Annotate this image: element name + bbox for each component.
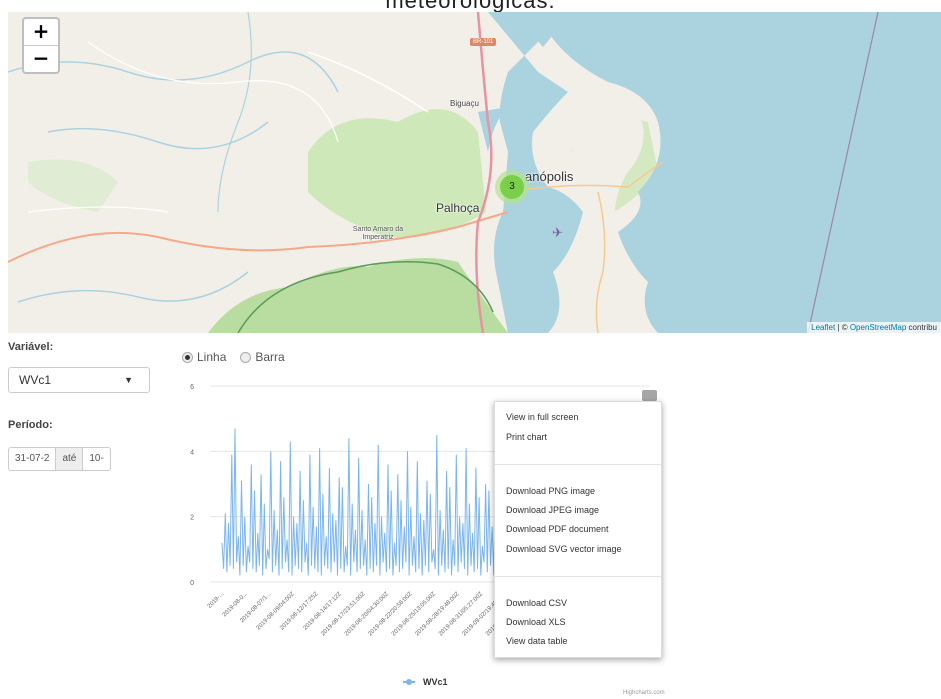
map-label-florianopolis: anópolis [525, 169, 574, 184]
y-tick-label: 6 [190, 384, 194, 391]
export-menu-item[interactable]: Download XLS [506, 617, 566, 627]
radio-line-dot[interactable] [182, 351, 193, 363]
chart-credits[interactable]: Highcharts.com [623, 690, 665, 696]
y-tick-label: 2 [190, 515, 194, 522]
radio-bar[interactable]: Barra [240, 350, 285, 364]
zoom-in-button[interactable]: + [24, 19, 58, 45]
x-tick-label: 2019-... [207, 591, 226, 610]
radio-bar-dot[interactable] [240, 351, 252, 363]
export-menu: View in full screen Print chart Download P… [494, 401, 662, 658]
x-tick-label: 2019-08-31/05:27:00Z [438, 591, 484, 637]
export-menu-item[interactable]: Download JPEG image [506, 505, 599, 515]
variable-select-value: WVc1 [19, 373, 52, 387]
export-menu-separator [495, 464, 661, 465]
map-label-biguacu: Biguaçu [450, 99, 479, 108]
legend-series-name: WVc1 [423, 677, 448, 687]
legend-symbol [403, 679, 415, 685]
y-tick-label: 4 [190, 449, 194, 456]
zoom-control: + − [22, 17, 60, 74]
leaflet-link[interactable]: Leaflet [811, 323, 835, 332]
radio-line-label: Linha [197, 350, 227, 364]
chart-menu-button[interactable] [642, 390, 657, 401]
x-tick-label: 2019-08-22/20:56:00Z [367, 591, 413, 637]
chart-type-radios: Linha Barra [182, 350, 285, 364]
date-range-separator: até [55, 448, 84, 470]
radio-line[interactable]: Linha [182, 350, 226, 364]
export-menu-item[interactable]: Download PNG image [506, 486, 595, 496]
date-end-input[interactable]: 10- [83, 448, 109, 470]
variable-label: Variável: [8, 341, 54, 353]
x-tick-label: 2019-08-20/04:30:00Z [344, 591, 390, 637]
export-menu-item[interactable]: View in full screen [506, 412, 578, 422]
attribution-separator: | © [835, 323, 850, 332]
export-menu-item[interactable]: Print chart [506, 432, 547, 442]
export-menu-item[interactable]: Download CSV [506, 598, 567, 608]
map[interactable]: + − BR-101 Biguaçu anópolis Palhoça Sant… [8, 12, 941, 333]
export-menu-separator [495, 576, 661, 577]
map-label-palhoca: Palhoça [436, 201, 480, 215]
x-tick-label: 2019-08-28/19:48:00Z [414, 591, 460, 637]
map-tiles [8, 12, 941, 333]
airport-icon: ✈ [552, 225, 563, 240]
chart-legend[interactable]: WVc1 [403, 677, 448, 687]
radio-bar-label: Barra [255, 350, 285, 364]
x-tick-label: 2019-08-17/23:51:00Z [320, 591, 366, 637]
marker-cluster[interactable]: 3 [495, 170, 529, 204]
export-menu-item[interactable]: Download SVG vector image [506, 544, 622, 554]
date-start-input[interactable]: 31-07-2 [9, 448, 55, 470]
road-shield: BR-101 [470, 38, 497, 46]
chevron-down-icon: ▼ [124, 375, 133, 385]
osm-link[interactable]: OpenStreetMap [850, 323, 906, 332]
export-menu-item[interactable]: View data table [506, 636, 567, 646]
date-range-input: 31-07-2 até 10- [8, 447, 111, 471]
zoom-out-button[interactable]: − [24, 45, 58, 72]
variable-select[interactable]: WVc1 ▼ [8, 367, 150, 393]
marker-cluster-count: 3 [500, 175, 524, 199]
attribution-rest: contribu [906, 323, 937, 332]
period-label: Período: [8, 419, 53, 431]
y-tick-label: 0 [190, 580, 194, 587]
x-tick-label: 2019-08-25/13:05:00Z [391, 591, 437, 637]
map-attribution: Leaflet | © OpenStreetMap contribu [807, 322, 941, 333]
export-menu-item[interactable]: Download PDF document [506, 524, 609, 534]
map-label-santo-amaro: Santo Amaro da Imperatriz [352, 226, 404, 241]
